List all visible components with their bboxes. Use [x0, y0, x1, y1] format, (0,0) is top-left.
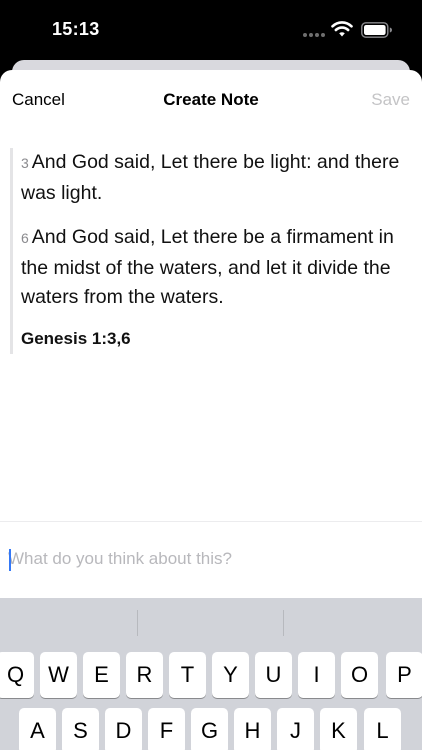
status-bar: 15:13	[0, 0, 422, 58]
key-e[interactable]: E	[83, 652, 120, 698]
status-time: 15:13	[52, 19, 100, 39]
key-o[interactable]: O	[341, 652, 378, 698]
cancel-button[interactable]: Cancel	[12, 90, 65, 110]
key-f[interactable]: F	[148, 708, 185, 750]
battery-icon	[361, 22, 392, 38]
prediction-divider	[283, 610, 284, 636]
key-p[interactable]: P	[386, 652, 422, 698]
key-w[interactable]: W	[40, 652, 77, 698]
key-k[interactable]: K	[320, 708, 357, 750]
key-h[interactable]: H	[234, 708, 271, 750]
quoted-verses: 3 And God said, Let there be light: and t…	[10, 148, 406, 354]
key-i[interactable]: I	[298, 652, 335, 698]
keyboard: Q W E R T Y U I O P A S D F G H J K L	[0, 598, 422, 750]
verse: 3 And God said, Let there be light: and t…	[21, 148, 406, 208]
text-caret	[9, 549, 11, 571]
key-g[interactable]: G	[191, 708, 228, 750]
verse-reference: Genesis 1:3,6	[21, 328, 131, 348]
key-t[interactable]: T	[169, 652, 206, 698]
key-u[interactable]: U	[255, 652, 292, 698]
cellular-signal-icon	[303, 33, 325, 37]
key-l[interactable]: L	[364, 708, 401, 750]
divider	[0, 521, 422, 522]
key-a[interactable]: A	[19, 708, 56, 750]
keyboard-row-2: A S D F G H J K L	[0, 708, 422, 750]
verse-number: 3	[21, 155, 29, 171]
create-note-sheet: Cancel Create Note Save 3 And God said, L…	[0, 70, 422, 750]
key-s[interactable]: S	[62, 708, 99, 750]
keyboard-row-1: Q W E R T Y U I O P	[0, 652, 422, 698]
key-j[interactable]: J	[277, 708, 314, 750]
verse-text: And God said, Let there be a firmament i…	[21, 226, 394, 308]
save-button[interactable]: Save	[371, 90, 410, 110]
key-d[interactable]: D	[105, 708, 142, 750]
navigation-bar: Cancel Create Note Save	[0, 70, 422, 130]
note-input[interactable]	[8, 544, 412, 574]
key-y[interactable]: Y	[212, 652, 249, 698]
wifi-icon	[331, 21, 353, 37]
key-r[interactable]: R	[126, 652, 163, 698]
verse: 6 And God said, Let there be a firmament …	[21, 223, 406, 313]
verse-text: And God said, Let there be light: and th…	[21, 151, 400, 204]
key-q[interactable]: Q	[0, 652, 34, 698]
verse-number: 6	[21, 230, 29, 246]
prediction-divider	[137, 610, 138, 636]
